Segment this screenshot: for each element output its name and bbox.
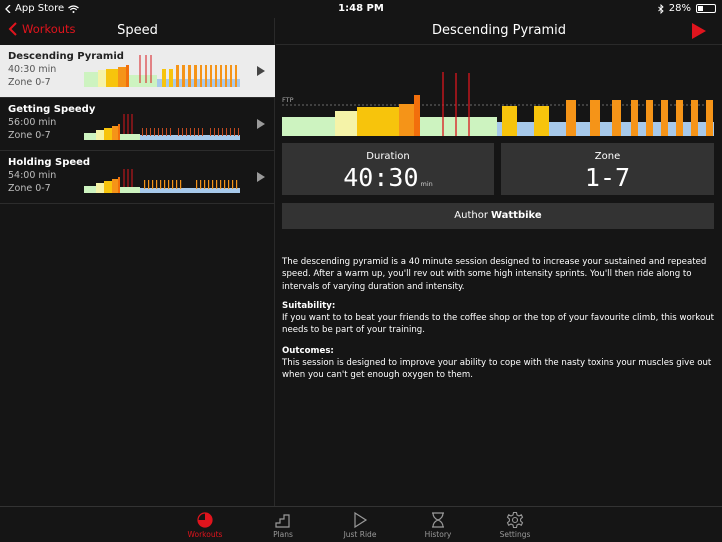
workout-item-descending-pyramid[interactable]: Descending Pyramid 40:30 min Zone 0-7	[0, 45, 275, 98]
author-name: Wattbike	[490, 210, 542, 221]
workout-list-pane: Workouts Speed Descending Pyramid 40:30 …	[0, 18, 275, 506]
interval-block	[612, 100, 621, 136]
tab-label: Workouts	[187, 530, 223, 539]
workout-duration: 40:30 min	[8, 64, 57, 75]
interval-ticks	[144, 180, 238, 189]
battery-percent: 28%	[668, 3, 691, 14]
workout-profile-thumbnail	[84, 169, 240, 193]
tab-label: Plans	[273, 530, 293, 539]
interval-block	[646, 100, 653, 136]
zone-block	[414, 95, 420, 136]
interval-block	[661, 100, 668, 136]
workout-power-profile: FTP	[282, 72, 714, 136]
author-row: Author Wattbike	[282, 203, 714, 229]
workout-description: The descending pyramid is a 40 minute se…	[282, 257, 707, 292]
category-title: Speed	[117, 23, 158, 38]
zone-value: 1-7	[584, 163, 631, 192]
duration-value-row: 40:30 min	[282, 163, 494, 192]
status-bar: App Store 1:48 PM 28%	[0, 0, 722, 18]
bluetooth-icon	[657, 3, 664, 14]
zone-block	[399, 104, 414, 136]
warmup-block	[282, 117, 335, 136]
left-nav-bar: Workouts Speed	[0, 18, 275, 45]
workout-duration: 56:00 min	[8, 117, 57, 128]
just-ride-play-icon	[354, 511, 368, 529]
workout-title: Descending Pyramid	[431, 23, 567, 38]
interval-block	[691, 100, 698, 136]
play-icon	[257, 172, 265, 182]
workout-profile-thumbnail	[84, 114, 240, 140]
workout-profile-thumbnail	[84, 55, 240, 87]
interval-block	[590, 100, 600, 136]
workout-detail-pane: Descending Pyramid FTP Duration 40:30 mi…	[276, 18, 722, 506]
tab-label: Just Ride	[343, 530, 377, 539]
outcomes-heading: Outcomes:	[282, 346, 334, 356]
duration-label: Duration	[366, 151, 410, 162]
start-workout-play-icon[interactable]	[692, 23, 706, 39]
interval-block	[706, 100, 713, 136]
interval-block	[566, 100, 576, 136]
tab-workouts[interactable]: Workouts	[175, 507, 235, 542]
duration-box: Duration 40:30 min	[282, 143, 494, 195]
zone-label: Zone	[594, 151, 621, 162]
zone-box: Zone 1-7	[501, 143, 714, 195]
zone-block	[357, 107, 399, 136]
zone-block	[335, 111, 357, 136]
status-right: 28%	[657, 3, 716, 14]
workout-item-getting-speedy[interactable]: Getting Speedy 56:00 min Zone 0-7	[0, 98, 275, 151]
status-time: 1:48 PM	[338, 3, 384, 14]
duration-value: 40:30	[343, 163, 419, 192]
tab-just-ride[interactable]: Just Ride	[330, 507, 390, 542]
author-prefix: Author	[454, 210, 488, 221]
play-icon	[257, 66, 265, 76]
workout-list: Descending Pyramid 40:30 min Zone 0-7 Ge…	[0, 45, 275, 204]
tab-plans[interactable]: Plans	[253, 507, 313, 542]
workout-name: Getting Speedy	[8, 104, 96, 115]
workout-duration: 54:00 min	[8, 170, 57, 181]
interval-block	[676, 100, 683, 136]
workout-zone: Zone 0-7	[8, 77, 51, 88]
recovery-block	[420, 117, 497, 136]
tab-label: Settings	[499, 530, 531, 539]
workouts-dial-icon	[197, 512, 213, 528]
detail-header: Descending Pyramid	[276, 18, 722, 45]
workout-name: Holding Speed	[8, 157, 91, 168]
interval-ticks	[142, 128, 239, 136]
workout-item-holding-speed[interactable]: Holding Speed 54:00 min Zone 0-7	[0, 151, 275, 204]
plans-stairs-icon	[275, 514, 290, 528]
tab-label: History	[424, 530, 452, 539]
tab-bar: Workouts Plans Just Ride History Setting…	[0, 506, 722, 542]
workout-zone: Zone 0-7	[8, 130, 51, 141]
duration-unit: min	[420, 180, 433, 188]
tab-settings[interactable]: Settings	[485, 507, 545, 542]
interval-block	[534, 106, 549, 136]
suitability-heading: Suitability:	[282, 301, 336, 311]
interval-block	[502, 106, 517, 136]
tab-history[interactable]: History	[408, 507, 468, 542]
workout-zone: Zone 0-7	[8, 183, 51, 194]
battery-icon	[696, 4, 716, 13]
interval-block	[631, 100, 638, 136]
outcomes-text: This session is designed to improve your…	[282, 358, 712, 381]
history-hourglass-icon	[432, 512, 444, 528]
play-icon	[257, 119, 265, 129]
ftp-label: FTP	[282, 96, 294, 104]
suitability-text: If you want to to beat your friends to t…	[282, 313, 715, 336]
settings-gear-icon	[506, 511, 524, 529]
